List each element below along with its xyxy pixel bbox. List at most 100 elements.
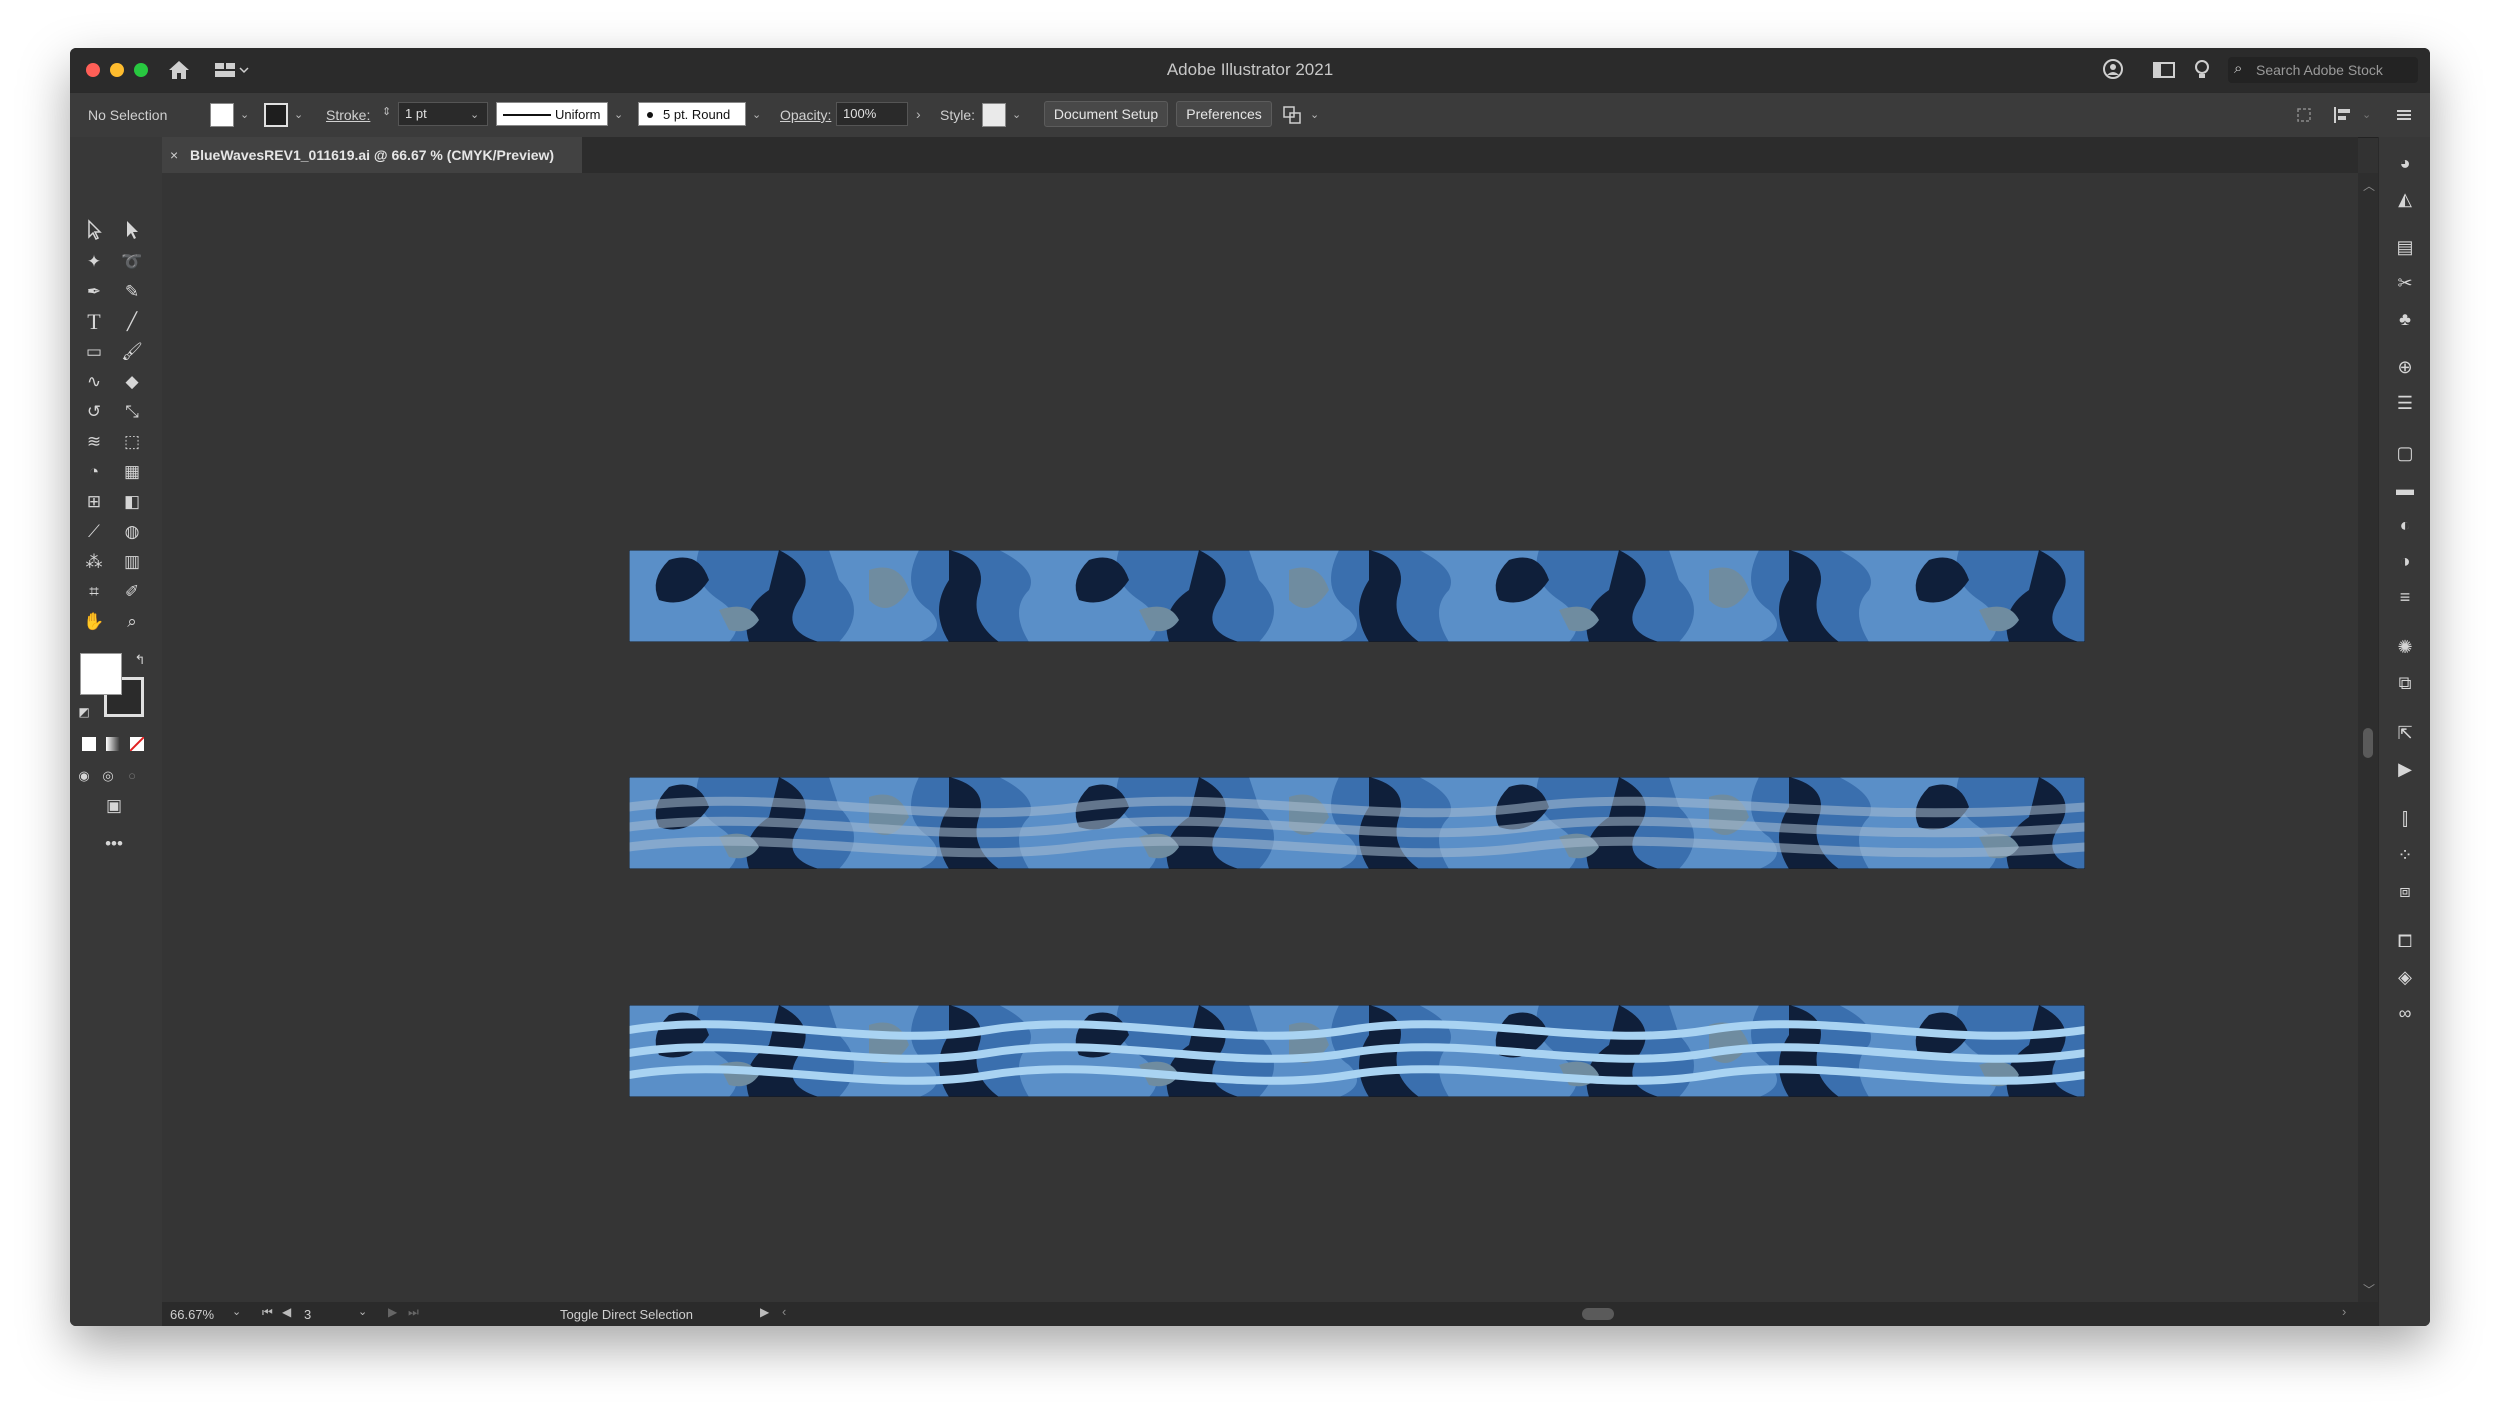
zoom-tool-icon[interactable]: ⌕ <box>118 609 146 635</box>
brush-select[interactable]: 5 pt. Round <box>638 102 746 126</box>
stroke-panel-icon[interactable]: ≡ <box>2391 583 2419 611</box>
graphic-styles-panel-icon[interactable]: ⧉ <box>2391 669 2419 697</box>
document-setup-button[interactable]: Document Setup <box>1044 101 1168 127</box>
color-panel-icon[interactable]: ◐ <box>2391 511 2419 539</box>
selection-tool-icon[interactable] <box>80 219 108 245</box>
artboard-3[interactable] <box>628 1004 2086 1098</box>
perspective-grid-tool-icon[interactable]: ▦ <box>118 459 146 485</box>
pen-tool-icon[interactable]: ✒ <box>80 279 108 305</box>
align-shortcut-icon[interactable] <box>2332 105 2354 125</box>
status-menu-icon[interactable]: ▶ <box>760 1305 769 1319</box>
actions-panel-icon[interactable]: ▶ <box>2391 755 2419 783</box>
paintbrush-tool-icon[interactable]: 🖌 <box>118 339 146 365</box>
vertical-scrollbar[interactable]: ︿ ﹀ <box>2358 173 2378 1302</box>
brush-dropdown-icon[interactable]: ⌄ <box>752 108 761 121</box>
none-mode-icon[interactable] <box>130 737 144 751</box>
previous-artboard-icon[interactable]: ◀ <box>282 1305 291 1319</box>
stroke-swatch[interactable] <box>264 103 288 127</box>
symbols-panel-icon[interactable]: ♣ <box>2391 305 2419 333</box>
fill-dropdown-icon[interactable]: ⌄ <box>240 108 249 121</box>
scroll-down-icon[interactable]: ﹀ <box>2363 1281 2375 1298</box>
scale-tool-icon[interactable]: ⤡ <box>118 399 146 425</box>
transform-panel-icon[interactable]: ⁘ <box>2391 841 2419 869</box>
draw-inside-icon[interactable]: ○ <box>118 763 146 789</box>
direct-selection-tool-icon[interactable] <box>118 219 146 245</box>
arrange-dropdown-icon[interactable]: ⌄ <box>1310 108 1319 121</box>
default-fill-stroke-icon[interactable]: ◩ <box>70 699 98 725</box>
gradient-panel-icon[interactable]: ▬ <box>2391 475 2419 503</box>
first-artboard-icon[interactable]: ⏮ <box>262 1305 273 1320</box>
arrange-panel-icon[interactable]: ⧠ <box>2391 927 2419 955</box>
canvas[interactable] <box>162 173 2358 1302</box>
free-transform-tool-icon[interactable]: ⬚ <box>118 429 146 455</box>
adjustments-panel-icon[interactable]: ☰ <box>2391 389 2419 417</box>
cc-libraries-panel-icon[interactable]: ◭ <box>2391 185 2419 213</box>
zoom-level-field[interactable]: 66.67% <box>170 1307 214 1322</box>
align-dropdown-icon[interactable]: ⌄ <box>2362 108 2371 121</box>
hand-tool-icon[interactable]: ✋ <box>80 609 108 635</box>
panel-menu-icon[interactable] <box>2396 107 2412 123</box>
scroll-right-icon[interactable]: › <box>2342 1304 2346 1319</box>
gradient-tool-icon[interactable]: ◧ <box>118 489 146 515</box>
vertical-scroll-thumb[interactable] <box>2363 728 2373 758</box>
color-mode-icon[interactable] <box>82 737 96 751</box>
zoom-dropdown-icon[interactable]: ⌄ <box>232 1305 241 1318</box>
layers-panel-icon[interactable]: ◈ <box>2391 963 2419 991</box>
mesh-tool-icon[interactable]: ⊞ <box>80 489 108 515</box>
blend-tool-icon[interactable]: ◍ <box>118 519 146 545</box>
links-panel-icon[interactable]: ∞ <box>2391 999 2419 1027</box>
brushes-panel-icon[interactable]: ✂ <box>2391 269 2419 297</box>
artboard-tool-icon[interactable]: ⌗ <box>80 579 108 605</box>
shaper-tool-icon[interactable]: ∿ <box>80 369 108 395</box>
last-artboard-icon[interactable]: ⏭ <box>408 1305 419 1320</box>
fill-swatch[interactable] <box>210 103 234 127</box>
screen-mode-icon[interactable]: ▣ <box>100 793 128 819</box>
preferences-button[interactable]: Preferences <box>1176 101 1272 127</box>
pathfinder-panel-icon[interactable]: ⧈ <box>2391 877 2419 905</box>
opacity-expand-icon[interactable]: › <box>916 106 921 122</box>
artboard-2[interactable] <box>628 776 2086 870</box>
rectangle-tool-icon[interactable]: ▭ <box>80 339 108 365</box>
style-dropdown-icon[interactable]: ⌄ <box>1012 108 1021 121</box>
properties-panel-icon[interactable]: ◕ <box>2391 149 2419 177</box>
style-swatch[interactable] <box>982 103 1006 127</box>
horizontal-scroll-thumb[interactable] <box>1582 1308 1614 1320</box>
transparency-panel-icon[interactable]: ◑ <box>2391 547 2419 575</box>
stroke-profile-select[interactable]: Uniform <box>496 102 608 126</box>
close-tab-icon[interactable]: × <box>170 137 178 173</box>
align-panel-icon[interactable]: ⫿ <box>2391 805 2419 833</box>
rotate-tool-icon[interactable]: ↺ <box>80 399 108 425</box>
type-tool-icon[interactable]: T <box>80 309 108 335</box>
fill-color-swatch[interactable] <box>80 653 122 695</box>
next-artboard-icon[interactable]: ▶ <box>388 1305 397 1319</box>
eyedropper-tool-icon[interactable]: ⟋ <box>80 519 108 545</box>
arrange-documents-icon[interactable] <box>2152 60 2176 80</box>
lasso-tool-icon[interactable]: ➰ <box>118 249 146 275</box>
swatches-panel-icon[interactable]: ▤ <box>2391 233 2419 261</box>
opacity-field[interactable]: 100% <box>836 102 908 126</box>
slice-tool-icon[interactable]: ✐ <box>118 579 146 605</box>
symbol-sprayer-tool-icon[interactable]: ⁂ <box>80 549 108 575</box>
edit-toolbar-icon[interactable]: ••• <box>100 831 128 857</box>
asset-export-panel-icon[interactable]: ⊕ <box>2391 353 2419 381</box>
share-user-icon[interactable] <box>2102 58 2126 82</box>
artboard-1[interactable] <box>628 549 2086 643</box>
gradient-mode-icon[interactable] <box>106 737 120 751</box>
document-tab[interactable]: × BlueWavesREV1_011619.ai @ 66.67 % (CMY… <box>162 137 582 173</box>
arrange-objects-icon[interactable] <box>1282 105 1304 125</box>
scroll-up-icon[interactable]: ︿ <box>2363 177 2375 194</box>
appearance-panel-icon[interactable]: ✺ <box>2391 633 2419 661</box>
eraser-tool-icon[interactable]: ◆ <box>118 369 146 395</box>
artboard-number-field[interactable]: 3 <box>304 1307 311 1322</box>
lightbulb-icon[interactable] <box>2192 58 2212 82</box>
transform-shortcut-icon[interactable] <box>2296 107 2312 123</box>
scroll-left-icon[interactable]: ‹ <box>782 1304 786 1319</box>
artboard-dropdown-icon[interactable]: ⌄ <box>358 1305 367 1318</box>
stroke-label[interactable]: Stroke: <box>326 107 370 123</box>
artboards-panel-icon[interactable]: ▢ <box>2391 439 2419 467</box>
stroke-stepper-icon[interactable]: ⇕ <box>382 105 391 118</box>
stroke-profile-dropdown-icon[interactable]: ⌄ <box>614 108 623 121</box>
stroke-weight-dropdown-icon[interactable]: ⌄ <box>470 108 479 121</box>
magic-wand-tool-icon[interactable]: ✦ <box>80 249 108 275</box>
shape-builder-tool-icon[interactable]: ◔ <box>80 459 108 485</box>
